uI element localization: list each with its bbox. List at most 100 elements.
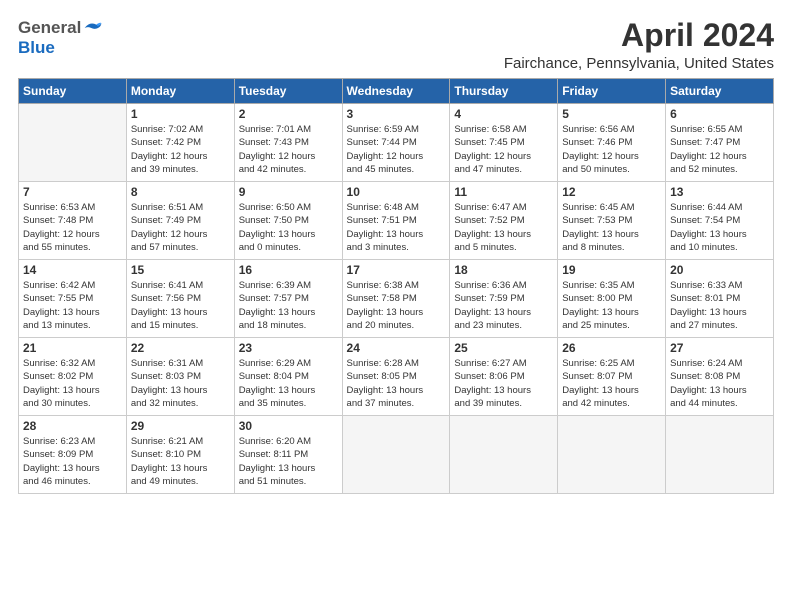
calendar-cell-1-5: 4 Sunrise: 6:58 AM Sunset: 7:45 PM Daylig…	[450, 104, 558, 182]
title-area: April 2024 Fairchance, Pennsylvania, Uni…	[504, 18, 774, 72]
calendar-cell-5-6	[558, 416, 666, 494]
day-info: Sunrise: 6:41 AM Sunset: 7:56 PM Dayligh…	[131, 279, 230, 332]
week-row-3: 14 Sunrise: 6:42 AM Sunset: 7:55 PM Dayli…	[19, 260, 774, 338]
calendar-cell-3-1: 14 Sunrise: 6:42 AM Sunset: 7:55 PM Dayli…	[19, 260, 127, 338]
calendar-cell-2-5: 11 Sunrise: 6:47 AM Sunset: 7:52 PM Dayli…	[450, 182, 558, 260]
calendar-cell-4-2: 22Sunrise: 6:31 AM Sunset: 8:03 PM Dayli…	[126, 338, 234, 416]
day-info: Sunrise: 6:20 AM Sunset: 8:11 PM Dayligh…	[239, 435, 338, 488]
day-info: Sunrise: 6:44 AM Sunset: 7:54 PM Dayligh…	[670, 201, 769, 254]
calendar-cell-5-5	[450, 416, 558, 494]
calendar-cell-4-4: 24Sunrise: 6:28 AM Sunset: 8:05 PM Dayli…	[342, 338, 450, 416]
day-info: Sunrise: 6:39 AM Sunset: 7:57 PM Dayligh…	[239, 279, 338, 332]
weekday-header-tuesday: Tuesday	[234, 79, 342, 104]
logo-general: General	[18, 18, 81, 38]
week-row-1: 1 Sunrise: 7:02 AM Sunset: 7:42 PM Daylig…	[19, 104, 774, 182]
day-number: 5	[562, 107, 661, 121]
day-info: Sunrise: 6:59 AM Sunset: 7:44 PM Dayligh…	[347, 123, 446, 176]
calendar-cell-1-2: 1 Sunrise: 7:02 AM Sunset: 7:42 PM Daylig…	[126, 104, 234, 182]
day-info: Sunrise: 6:58 AM Sunset: 7:45 PM Dayligh…	[454, 123, 553, 176]
day-info: Sunrise: 6:47 AM Sunset: 7:52 PM Dayligh…	[454, 201, 553, 254]
calendar-cell-1-6: 5 Sunrise: 6:56 AM Sunset: 7:46 PM Daylig…	[558, 104, 666, 182]
calendar-cell-2-4: 10 Sunrise: 6:48 AM Sunset: 7:51 PM Dayli…	[342, 182, 450, 260]
day-info: Sunrise: 6:23 AM Sunset: 8:09 PM Dayligh…	[23, 435, 122, 488]
calendar-cell-5-7	[666, 416, 774, 494]
day-info: Sunrise: 6:29 AM Sunset: 8:04 PM Dayligh…	[239, 357, 338, 410]
day-number: 7	[23, 185, 122, 199]
day-number: 21	[23, 341, 122, 355]
day-number: 25	[454, 341, 553, 355]
day-number: 27	[670, 341, 769, 355]
day-info: Sunrise: 6:51 AM Sunset: 7:49 PM Dayligh…	[131, 201, 230, 254]
day-info: Sunrise: 6:55 AM Sunset: 7:47 PM Dayligh…	[670, 123, 769, 176]
week-row-4: 21 Sunrise: 6:32 AM Sunset: 8:02 PM Dayli…	[19, 338, 774, 416]
day-number: 20	[670, 263, 769, 277]
calendar-cell-4-6: 26 Sunrise: 6:25 AM Sunset: 8:07 PM Dayli…	[558, 338, 666, 416]
calendar-cell-2-7: 13 Sunrise: 6:44 AM Sunset: 7:54 PM Dayli…	[666, 182, 774, 260]
day-number: 11	[454, 185, 553, 199]
day-number: 28	[23, 419, 122, 433]
calendar-cell-1-4: 3 Sunrise: 6:59 AM Sunset: 7:44 PM Daylig…	[342, 104, 450, 182]
day-number: 30	[239, 419, 338, 433]
day-info: Sunrise: 6:24 AM Sunset: 8:08 PM Dayligh…	[670, 357, 769, 410]
calendar-cell-3-3: 16 Sunrise: 6:39 AM Sunset: 7:57 PM Dayli…	[234, 260, 342, 338]
calendar-cell-2-1: 7Sunrise: 6:53 AM Sunset: 7:48 PM Daylig…	[19, 182, 127, 260]
day-number: 9	[239, 185, 338, 199]
calendar-cell-3-7: 20 Sunrise: 6:33 AM Sunset: 8:01 PM Dayli…	[666, 260, 774, 338]
day-number: 16	[239, 263, 338, 277]
day-number: 8	[131, 185, 230, 199]
day-info: Sunrise: 6:25 AM Sunset: 8:07 PM Dayligh…	[562, 357, 661, 410]
weekday-header-wednesday: Wednesday	[342, 79, 450, 104]
day-number: 19	[562, 263, 661, 277]
calendar-cell-4-7: 27 Sunrise: 6:24 AM Sunset: 8:08 PM Dayli…	[666, 338, 774, 416]
day-info: Sunrise: 6:21 AM Sunset: 8:10 PM Dayligh…	[131, 435, 230, 488]
calendar-cell-2-3: 9 Sunrise: 6:50 AM Sunset: 7:50 PM Daylig…	[234, 182, 342, 260]
weekday-header-monday: Monday	[126, 79, 234, 104]
logo-blue: Blue	[18, 38, 103, 58]
day-number: 2	[239, 107, 338, 121]
day-number: 15	[131, 263, 230, 277]
logo: General Blue	[18, 18, 103, 58]
day-number: 3	[347, 107, 446, 121]
day-info: Sunrise: 6:35 AM Sunset: 8:00 PM Dayligh…	[562, 279, 661, 332]
day-info: Sunrise: 6:45 AM Sunset: 7:53 PM Dayligh…	[562, 201, 661, 254]
day-number: 29	[131, 419, 230, 433]
calendar-cell-3-2: 15 Sunrise: 6:41 AM Sunset: 7:56 PM Dayli…	[126, 260, 234, 338]
day-number: 14	[23, 263, 122, 277]
day-info: Sunrise: 7:02 AM Sunset: 7:42 PM Dayligh…	[131, 123, 230, 176]
day-number: 6	[670, 107, 769, 121]
day-info: Sunrise: 6:33 AM Sunset: 8:01 PM Dayligh…	[670, 279, 769, 332]
calendar-cell-3-6: 19 Sunrise: 6:35 AM Sunset: 8:00 PM Dayli…	[558, 260, 666, 338]
day-info: Sunrise: 6:28 AM Sunset: 8:05 PM Dayligh…	[347, 357, 446, 410]
calendar-cell-1-3: 2Sunrise: 7:01 AM Sunset: 7:43 PM Daylig…	[234, 104, 342, 182]
day-number: 18	[454, 263, 553, 277]
day-info: Sunrise: 6:50 AM Sunset: 7:50 PM Dayligh…	[239, 201, 338, 254]
day-number: 4	[454, 107, 553, 121]
calendar-cell-5-1: 28 Sunrise: 6:23 AM Sunset: 8:09 PM Dayli…	[19, 416, 127, 494]
day-info: Sunrise: 6:48 AM Sunset: 7:51 PM Dayligh…	[347, 201, 446, 254]
calendar-cell-3-5: 18Sunrise: 6:36 AM Sunset: 7:59 PM Dayli…	[450, 260, 558, 338]
weekday-header-row: SundayMondayTuesdayWednesdayThursdayFrid…	[19, 79, 774, 104]
week-row-2: 7Sunrise: 6:53 AM Sunset: 7:48 PM Daylig…	[19, 182, 774, 260]
weekday-header-saturday: Saturday	[666, 79, 774, 104]
day-info: Sunrise: 6:32 AM Sunset: 8:02 PM Dayligh…	[23, 357, 122, 410]
day-number: 10	[347, 185, 446, 199]
calendar-cell-1-1	[19, 104, 127, 182]
weekday-header-sunday: Sunday	[19, 79, 127, 104]
subtitle: Fairchance, Pennsylvania, United States	[504, 55, 774, 72]
day-info: Sunrise: 6:38 AM Sunset: 7:58 PM Dayligh…	[347, 279, 446, 332]
weekday-header-friday: Friday	[558, 79, 666, 104]
day-number: 23	[239, 341, 338, 355]
calendar-cell-2-6: 12 Sunrise: 6:45 AM Sunset: 7:53 PM Dayli…	[558, 182, 666, 260]
day-number: 12	[562, 185, 661, 199]
day-number: 13	[670, 185, 769, 199]
day-info: Sunrise: 6:56 AM Sunset: 7:46 PM Dayligh…	[562, 123, 661, 176]
calendar-cell-3-4: 17Sunrise: 6:38 AM Sunset: 7:58 PM Dayli…	[342, 260, 450, 338]
calendar-cell-4-5: 25Sunrise: 6:27 AM Sunset: 8:06 PM Dayli…	[450, 338, 558, 416]
calendar-table: SundayMondayTuesdayWednesdayThursdayFrid…	[18, 78, 774, 494]
day-number: 26	[562, 341, 661, 355]
calendar-cell-5-2: 29 Sunrise: 6:21 AM Sunset: 8:10 PM Dayli…	[126, 416, 234, 494]
day-number: 1	[131, 107, 230, 121]
week-row-5: 28 Sunrise: 6:23 AM Sunset: 8:09 PM Dayli…	[19, 416, 774, 494]
calendar-cell-5-3: 30 Sunrise: 6:20 AM Sunset: 8:11 PM Dayli…	[234, 416, 342, 494]
day-info: Sunrise: 6:42 AM Sunset: 7:55 PM Dayligh…	[23, 279, 122, 332]
